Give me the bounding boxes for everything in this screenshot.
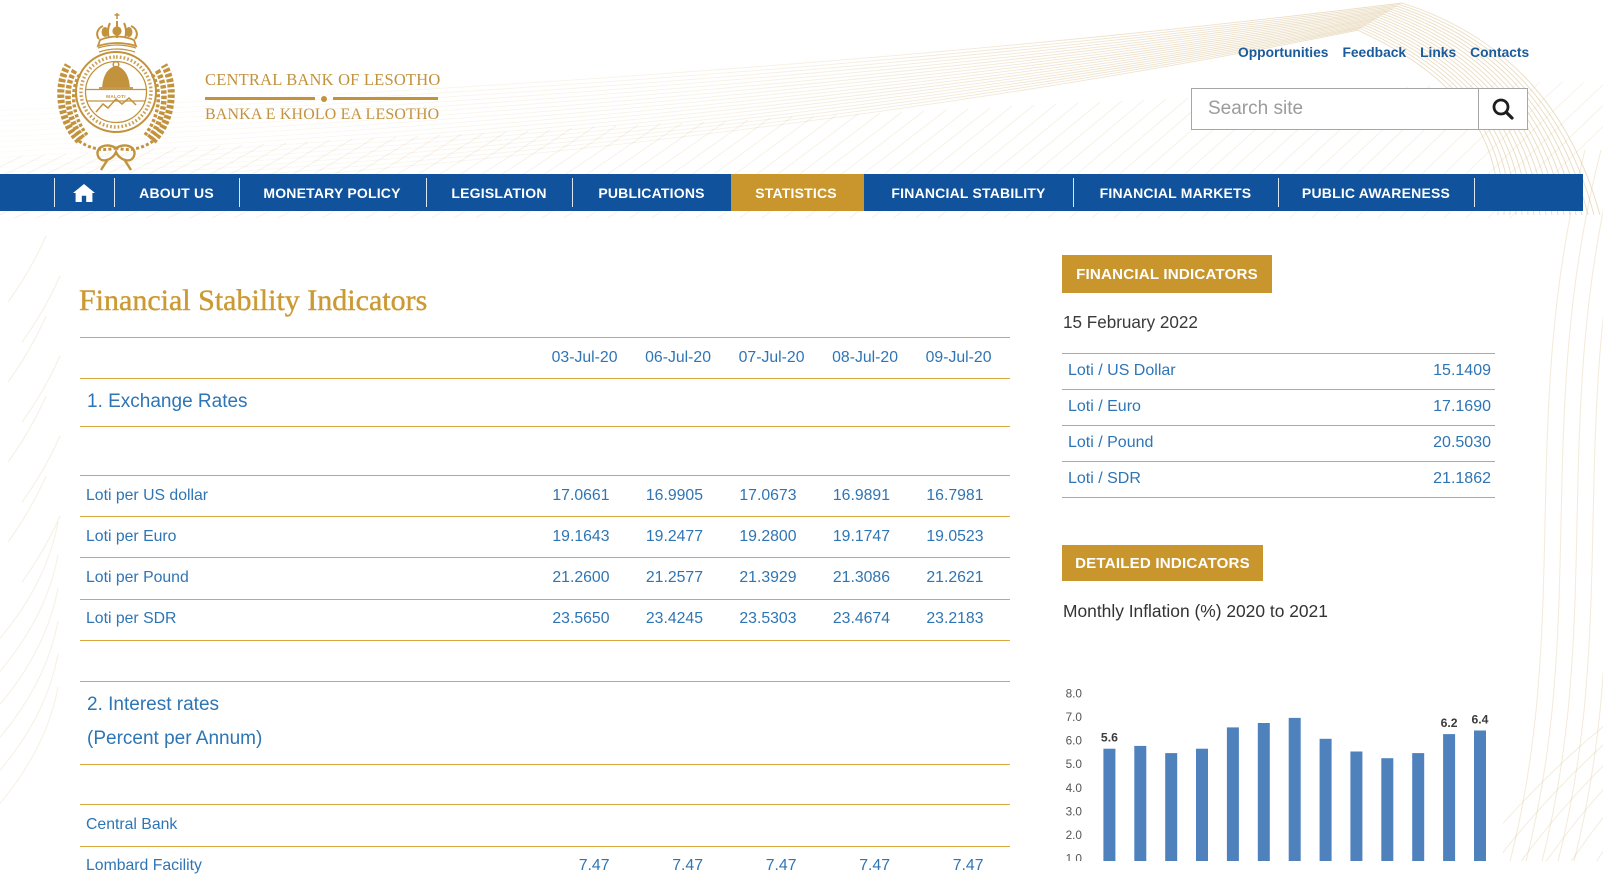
svg-text:7.0: 7.0 xyxy=(1066,710,1083,724)
svg-text:5.6: 5.6 xyxy=(1101,731,1118,745)
svg-text:2.0: 2.0 xyxy=(1066,828,1083,842)
svg-text:1.0: 1.0 xyxy=(1066,852,1083,861)
svg-text:6.2: 6.2 xyxy=(1441,716,1458,730)
svg-text:6.4: 6.4 xyxy=(1472,713,1489,727)
svg-text:8.0: 8.0 xyxy=(1066,686,1083,700)
svg-text:3.0: 3.0 xyxy=(1066,804,1083,818)
svg-text:4.0: 4.0 xyxy=(1066,781,1083,795)
svg-text:6.0: 6.0 xyxy=(1066,734,1083,748)
svg-text:MALOTI: MALOTI xyxy=(106,94,126,99)
svg-text:5.0: 5.0 xyxy=(1066,757,1083,771)
